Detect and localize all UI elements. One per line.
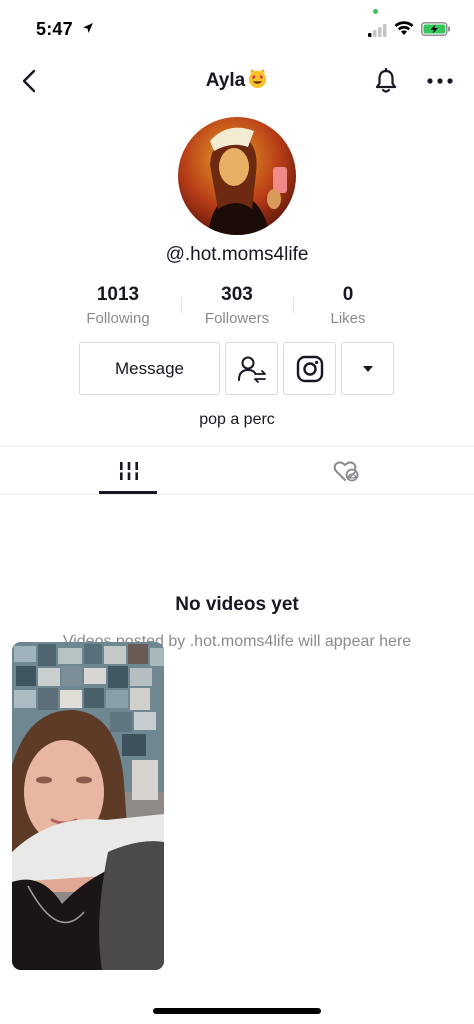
more-dots-icon	[427, 78, 453, 84]
location-arrow-icon	[83, 23, 93, 33]
status-bar: 5:47	[0, 0, 474, 56]
likes-label: Likes	[330, 310, 366, 327]
instagram-button[interactable]	[283, 342, 336, 395]
following-label: Following	[86, 310, 150, 327]
home-indicator[interactable]	[153, 1008, 321, 1014]
followers-count: 303	[221, 284, 253, 305]
page-title-text: Ayla	[205, 70, 246, 91]
cellular-signal-icon	[368, 24, 387, 37]
avatar-photo	[178, 117, 296, 235]
tab-liked[interactable]	[227, 447, 464, 494]
message-button[interactable]: Message	[79, 342, 220, 395]
battery-charging-icon	[421, 22, 450, 36]
tab-videos[interactable]	[10, 447, 247, 494]
instagram-icon	[296, 355, 323, 382]
profile-avatar[interactable]	[178, 117, 296, 235]
heart-eyes-cat-emoji-icon	[249, 68, 267, 89]
followers-label: Followers	[204, 310, 270, 327]
add-friend-icon	[237, 356, 266, 383]
following-count: 1013	[96, 284, 140, 305]
suggested-accounts-button[interactable]	[341, 342, 394, 395]
picture-in-picture-video[interactable]	[12, 642, 164, 970]
friend-status-button[interactable]	[225, 342, 278, 395]
stat-followers[interactable]: 303 Followers	[177, 284, 297, 327]
grid-icon	[119, 461, 138, 480]
likes-count: 0	[342, 284, 354, 305]
stat-likes[interactable]: 0 Likes	[288, 284, 408, 327]
more-options-button[interactable]	[424, 66, 456, 96]
video-call-feed	[12, 642, 164, 970]
empty-state-title: No videos yet	[175, 594, 299, 615]
page-title: Ayla	[0, 68, 474, 92]
private-heart-icon	[333, 461, 358, 481]
stat-following[interactable]: 1013 Following	[58, 284, 178, 327]
notification-bell-button[interactable]	[371, 66, 401, 96]
wifi-icon	[394, 21, 414, 35]
message-button-label: Message	[115, 358, 184, 378]
profile-username: @.hot.moms4life	[165, 244, 309, 265]
divider	[0, 494, 474, 495]
profile-bio: pop a perc	[199, 411, 275, 428]
status-time: 5:47	[36, 19, 73, 39]
bell-icon	[375, 68, 397, 93]
dropdown-arrow-icon	[362, 365, 373, 372]
camera-in-use-indicator	[373, 9, 378, 14]
